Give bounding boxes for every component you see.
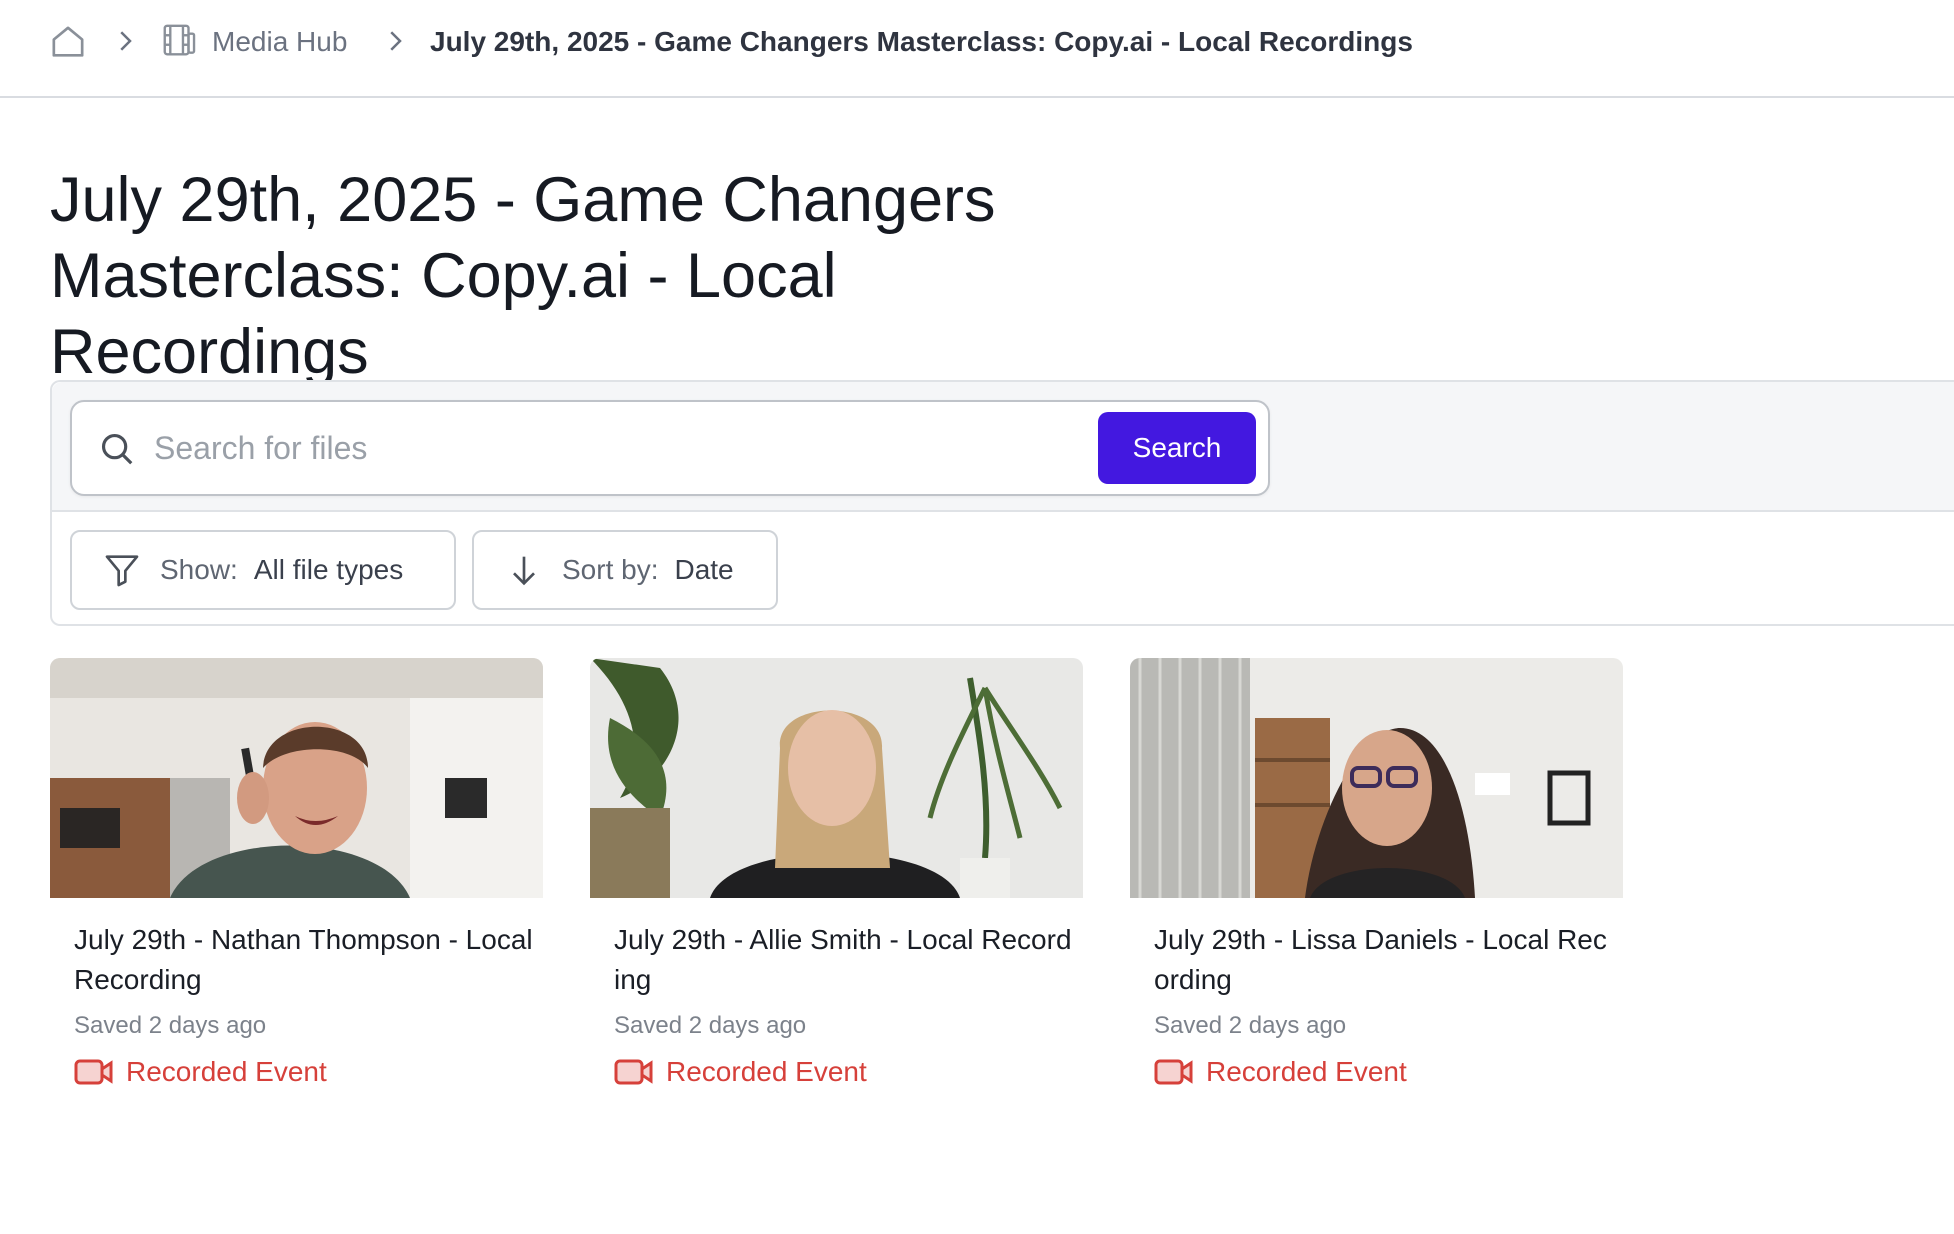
search-box: Search	[70, 400, 1270, 496]
search-button[interactable]: Search	[1098, 412, 1256, 484]
file-card[interactable]: July 29th - Nathan Thompson - Local Reco…	[50, 658, 543, 1098]
recorded-event-label: Recorded Event	[666, 1056, 867, 1087]
file-toolbar: Search Show: All file types Sort by: Dat…	[50, 380, 1954, 626]
breadcrumb-current: July 29th, 2025 - Game Changers Mastercl…	[430, 26, 1413, 57]
search-bar-area: Search	[52, 382, 1954, 512]
sort-label: Sort by:	[562, 554, 659, 585]
sort-value: Date	[674, 554, 734, 585]
filter-icon	[102, 550, 142, 590]
recorded-event-badge: Recorded Event	[74, 1056, 327, 1088]
breadcrumb-media-hub-label: Media Hub	[212, 26, 348, 57]
page-title: July 29th, 2025 - Game Changers Mastercl…	[50, 165, 996, 387]
file-title[interactable]: July 29th - Nathan Thompson - Local Reco…	[74, 920, 534, 1000]
sort-by-filter[interactable]: Sort by: Date	[472, 530, 778, 610]
chevron-right-icon	[110, 26, 140, 56]
show-file-types-filter[interactable]: Show: All file types	[70, 530, 456, 610]
recorded-event-badge: Recorded Event	[1154, 1056, 1407, 1088]
recorded-event-label: Recorded Event	[126, 1056, 327, 1087]
breadcrumb-media-hub[interactable]: Media Hub	[160, 20, 347, 64]
search-input[interactable]	[152, 418, 1052, 478]
file-title[interactable]: July 29th - Lissa Daniels - Local Record…	[1154, 920, 1614, 1000]
video-camera-icon	[614, 1057, 654, 1087]
file-saved-time: Saved 2 days ago	[1154, 1012, 1347, 1039]
show-value: All file types	[253, 554, 404, 585]
video-thumbnail[interactable]	[50, 658, 543, 898]
arrow-down-icon	[504, 550, 544, 590]
recorded-event-badge: Recorded Event	[614, 1056, 867, 1088]
file-title[interactable]: July 29th - Allie Smith - Local Recordin…	[614, 920, 1074, 1000]
file-card[interactable]: July 29th - Allie Smith - Local Recordin…	[590, 658, 1083, 1098]
video-camera-icon	[1154, 1057, 1194, 1087]
video-thumbnail[interactable]	[1130, 658, 1623, 898]
file-saved-time: Saved 2 days ago	[74, 1012, 267, 1039]
file-card[interactable]: July 29th - Lissa Daniels - Local Record…	[1130, 658, 1623, 1098]
video-camera-icon	[74, 1057, 114, 1087]
video-thumbnail[interactable]	[590, 658, 1083, 898]
home-icon[interactable]	[48, 20, 92, 64]
chevron-right-icon	[380, 26, 410, 56]
search-icon	[98, 430, 136, 468]
show-label: Show:	[160, 554, 238, 585]
video-folder-icon	[160, 21, 198, 64]
recorded-event-label: Recorded Event	[1206, 1056, 1407, 1087]
breadcrumb: Media Hub July 29th, 2025 - Game Changer…	[0, 0, 1954, 98]
file-saved-time: Saved 2 days ago	[614, 1012, 807, 1039]
